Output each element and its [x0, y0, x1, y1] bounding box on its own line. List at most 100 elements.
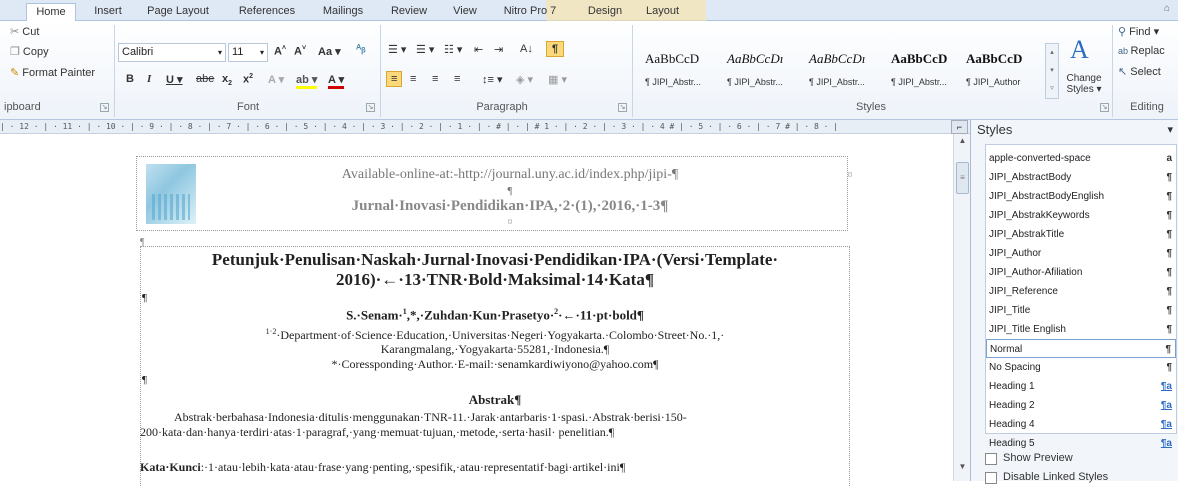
tab-mailings[interactable]: Mailings: [313, 3, 373, 21]
replace-button[interactable]: ab Replac: [1118, 45, 1165, 57]
ruler-tab-selector[interactable]: ⌐: [951, 120, 968, 134]
paragraph-launcher[interactable]: ↘: [618, 103, 627, 112]
styles-launcher[interactable]: ↘: [1100, 103, 1109, 112]
grow-font-icon[interactable]: A˄: [274, 45, 286, 58]
select-button[interactable]: ↖ Select: [1118, 65, 1161, 78]
copy-icon: ❐: [10, 46, 23, 58]
shrink-font-icon[interactable]: A˅: [294, 45, 306, 58]
bold-icon[interactable]: B: [126, 73, 134, 85]
gallery-scroll[interactable]: ▴ ▾ ▿: [1045, 43, 1059, 99]
style-list-item[interactable]: JIPI_AbstractBody ¶: [986, 168, 1176, 187]
style-list-item-label: JIPI_Reference: [989, 286, 1058, 297]
cut-button[interactable]: ✂ Cut: [10, 25, 39, 38]
show-preview-checkbox[interactable]: [985, 453, 997, 465]
change-styles-button[interactable]: Change Styles ▾: [1064, 73, 1104, 95]
style-list-item[interactable]: Normal ¶: [986, 339, 1176, 358]
help-icon[interactable]: ⌂: [1164, 3, 1170, 14]
tab-nitro-pro[interactable]: Nitro Pro 7: [495, 3, 565, 21]
style-list-item[interactable]: JIPI_Title English ¶: [986, 320, 1176, 339]
pane-menu-icon[interactable]: ▾: [1167, 120, 1173, 140]
align-left-icon[interactable]: ≡: [386, 71, 403, 87]
style-list-item[interactable]: Heading 5 ¶a: [986, 434, 1176, 453]
style-list-item[interactable]: No Spacing ¶: [986, 358, 1176, 377]
subscript-icon[interactable]: x2: [222, 73, 232, 87]
scroll-up-icon[interactable]: ▲: [954, 136, 971, 150]
styles-list[interactable]: apple-converted-space a JIPI_AbstractBody ¶…: [985, 144, 1177, 449]
highlight-icon[interactable]: ab ▾: [296, 73, 318, 89]
font-name-combo[interactable]: Calibri ▾: [118, 43, 226, 62]
increase-indent-icon[interactable]: ⇥: [494, 43, 503, 56]
tab-layout[interactable]: Layout: [640, 3, 685, 21]
header-journal-title: Jurnal·Inovasi·Pendidikan·IPA,·2·(1),·20…: [351, 198, 669, 214]
style-list-item[interactable]: JIPI_Author-Afiliation ¶: [986, 263, 1176, 282]
multilevel-list-icon[interactable]: ☷ ▾: [444, 43, 462, 56]
align-right-icon[interactable]: ≡: [432, 73, 438, 85]
style-list-item[interactable]: Heading 1 ¶a: [986, 377, 1176, 396]
change-styles-icon[interactable]: A: [1070, 35, 1089, 65]
style-gallery-caption: ¶ JIPI_Abstr...: [727, 77, 783, 87]
tab-references[interactable]: References: [227, 3, 307, 21]
style-type-icon: ¶a: [1160, 381, 1172, 392]
tab-design[interactable]: Design: [580, 3, 630, 21]
tab-review[interactable]: Review: [384, 3, 434, 21]
strikethrough-icon[interactable]: abe: [196, 73, 214, 85]
show-formatting-marks-icon[interactable]: ¶: [546, 41, 565, 57]
font-color-icon[interactable]: A ▾: [328, 73, 345, 89]
style-list-item[interactable]: JIPI_AbstractBodyEnglish ¶: [986, 187, 1176, 206]
text-effects-icon[interactable]: A ▾: [268, 73, 284, 86]
style-gallery-item[interactable]: AaBbCcD: [966, 44, 1046, 80]
disable-linked-styles-checkbox[interactable]: [985, 472, 997, 484]
style-type-icon: ¶: [1166, 267, 1172, 278]
clipboard-launcher[interactable]: ↘: [100, 103, 109, 112]
scroll-thumb[interactable]: ≡: [956, 162, 969, 194]
change-case-icon[interactable]: Aa ▾: [318, 45, 341, 58]
style-list-item[interactable]: JIPI_Author ¶: [986, 244, 1176, 263]
vertical-scrollbar[interactable]: ▲ ≡ ▼: [953, 134, 970, 481]
style-gallery-item[interactable]: AaBbCcDı: [727, 44, 807, 80]
clear-formatting-icon[interactable]: ᴬᵦ: [356, 43, 366, 55]
font-launcher[interactable]: ↘: [366, 103, 375, 112]
font-size-combo[interactable]: 11 ▾: [228, 43, 268, 62]
tab-view[interactable]: View: [445, 3, 485, 21]
style-gallery-item[interactable]: AaBbCcD: [645, 44, 725, 80]
superscript-icon[interactable]: x2: [243, 73, 253, 86]
shading-icon[interactable]: ◈ ▾: [516, 73, 533, 86]
style-list-item[interactable]: JIPI_AbstrakKeywords ¶: [986, 206, 1176, 225]
align-center-icon[interactable]: ≡: [410, 73, 416, 85]
italic-icon[interactable]: I: [147, 73, 151, 85]
decrease-indent-icon[interactable]: ⇤: [474, 43, 483, 56]
copy-button[interactable]: ❐ Copy: [10, 45, 49, 58]
line-spacing-icon[interactable]: ↕≡ ▾: [482, 73, 503, 86]
style-list-item[interactable]: Heading 2 ¶a: [986, 396, 1176, 415]
style-type-icon: ¶a: [1160, 419, 1172, 430]
numbering-icon[interactable]: ☰ ▾: [416, 43, 434, 56]
underline-icon[interactable]: U ▾: [166, 73, 183, 86]
paper-affiliation-line2: Karangmalang,·Yogyakarta·55281,·Indonesi…: [380, 342, 610, 356]
tab-home[interactable]: Home: [26, 3, 76, 22]
style-list-item[interactable]: JIPI_AbstrakTitle ¶: [986, 225, 1176, 244]
format-painter-button[interactable]: ✎ Format Painter: [10, 66, 95, 79]
borders-icon[interactable]: ▦ ▾: [548, 73, 567, 86]
style-list-item-label: JIPI_AbstrakKeywords: [989, 210, 1090, 221]
style-list-item[interactable]: Heading 4 ¶a: [986, 415, 1176, 434]
justify-icon[interactable]: ≡: [454, 73, 460, 85]
style-gallery-caption: ¶ JIPI_Author: [966, 77, 1021, 87]
header-available-online: Available-online-at:-http://journal.uny.…: [341, 167, 679, 182]
style-list-item-label: JIPI_AbstractBody: [989, 172, 1072, 183]
style-gallery-item[interactable]: AaBbCcD: [891, 44, 971, 80]
keywords-line: Kata·Kunci:·1·atau·lebih·kata·atau·frase…: [140, 460, 626, 474]
style-list-item[interactable]: JIPI_Reference ¶: [986, 282, 1176, 301]
scroll-down-icon[interactable]: ▼: [954, 462, 971, 476]
sort-icon[interactable]: A↓: [520, 43, 533, 55]
document-area[interactable]: Available-online-at:-http://journal.uny.…: [0, 134, 953, 486]
style-list-item-label: JIPI_AbstrakTitle: [989, 229, 1065, 240]
style-list-item[interactable]: JIPI_Title ¶: [986, 301, 1176, 320]
bullets-icon[interactable]: ☰ ▾: [388, 43, 406, 56]
style-list-item[interactable]: apple-converted-space a: [986, 149, 1176, 168]
tab-insert[interactable]: Insert: [84, 3, 132, 21]
find-button[interactable]: ⚲ Find ▾: [1118, 25, 1159, 38]
style-list-item-label: Heading 1: [989, 381, 1035, 392]
tab-page-layout[interactable]: Page Layout: [138, 3, 218, 21]
style-gallery-item[interactable]: AaBbCcDı: [809, 44, 889, 80]
horizontal-ruler[interactable]: | · 12 · | · 11 · | · 10 · | · 9 · | · 8…: [0, 120, 970, 134]
